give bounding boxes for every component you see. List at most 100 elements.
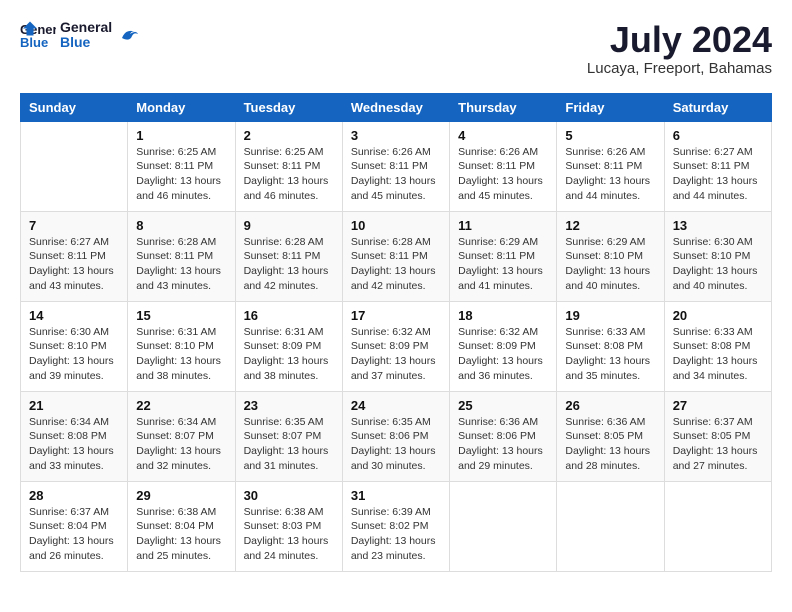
calendar-cell (664, 481, 771, 571)
weekday-header-thursday: Thursday (450, 93, 557, 121)
calendar-cell: 20Sunrise: 6:33 AMSunset: 8:08 PMDayligh… (664, 301, 771, 391)
day-number: 18 (458, 308, 548, 323)
calendar-cell: 11Sunrise: 6:29 AMSunset: 8:11 PMDayligh… (450, 211, 557, 301)
logo-blue: Blue (60, 35, 112, 50)
day-info: Sunrise: 6:39 AMSunset: 8:02 PMDaylight:… (351, 505, 441, 564)
day-info: Sunrise: 6:31 AMSunset: 8:09 PMDaylight:… (244, 325, 334, 384)
week-row-1: 1 Sunrise: 6:25 AMSunset: 8:11 PMDaylight… (21, 121, 772, 211)
logo-icon: General Blue (20, 20, 56, 50)
day-number: 16 (244, 308, 334, 323)
header-row: SundayMondayTuesdayWednesdayThursdayFrid… (21, 93, 772, 121)
day-number: 12 (565, 218, 655, 233)
day-info: Sunrise: 6:28 AMSunset: 8:11 PMDaylight:… (244, 235, 334, 294)
day-number: 11 (458, 218, 548, 233)
calendar-cell: 29 Sunrise: 6:38 AMSunset: 8:04 PMDayligh… (128, 481, 235, 571)
day-info: Sunrise: 6:32 AMSunset: 8:09 PMDaylight:… (351, 325, 441, 384)
weekday-header-monday: Monday (128, 93, 235, 121)
day-number: 6 (673, 128, 763, 143)
svg-text:Blue: Blue (20, 35, 48, 50)
day-number: 4 (458, 128, 548, 143)
day-number: 1 (136, 128, 226, 143)
day-number: 25 (458, 398, 548, 413)
calendar-cell: 17 Sunrise: 6:32 AMSunset: 8:09 PMDayligh… (342, 301, 449, 391)
day-info: Sunrise: 6:34 AMSunset: 8:08 PMDaylight:… (29, 415, 119, 474)
day-number: 15 (136, 308, 226, 323)
day-number: 27 (673, 398, 763, 413)
day-number: 22 (136, 398, 226, 413)
day-info: Sunrise: 6:38 AMSunset: 8:03 PMDaylight:… (244, 505, 334, 564)
calendar-cell (450, 481, 557, 571)
week-row-5: 28Sunrise: 6:37 AMSunset: 8:04 PMDayligh… (21, 481, 772, 571)
day-number: 10 (351, 218, 441, 233)
calendar-cell: 30 Sunrise: 6:38 AMSunset: 8:03 PMDayligh… (235, 481, 342, 571)
day-info: Sunrise: 6:25 AMSunset: 8:11 PMDaylight:… (244, 145, 334, 204)
day-info: Sunrise: 6:26 AMSunset: 8:11 PMDaylight:… (351, 145, 441, 204)
title-block: July 2024 Lucaya, Freeport, Bahamas (587, 20, 772, 77)
calendar-cell: 2Sunrise: 6:25 AMSunset: 8:11 PMDaylight… (235, 121, 342, 211)
calendar-cell: 10 Sunrise: 6:28 AMSunset: 8:11 PMDayligh… (342, 211, 449, 301)
week-row-4: 21 Sunrise: 6:34 AMSunset: 8:08 PMDayligh… (21, 391, 772, 481)
day-info: Sunrise: 6:31 AMSunset: 8:10 PMDaylight:… (136, 325, 226, 384)
location-subtitle: Lucaya, Freeport, Bahamas (587, 60, 772, 77)
day-number: 7 (29, 218, 119, 233)
calendar-cell: 3 Sunrise: 6:26 AMSunset: 8:11 PMDaylight… (342, 121, 449, 211)
day-info: Sunrise: 6:26 AMSunset: 8:11 PMDaylight:… (565, 145, 655, 204)
day-number: 9 (244, 218, 334, 233)
calendar-cell: 8 Sunrise: 6:28 AMSunset: 8:11 PMDaylight… (128, 211, 235, 301)
logo-bird-icon (118, 24, 140, 46)
logo-general: General (60, 20, 112, 35)
week-row-2: 7 Sunrise: 6:27 AMSunset: 8:11 PMDaylight… (21, 211, 772, 301)
calendar-table: SundayMondayTuesdayWednesdayThursdayFrid… (20, 93, 772, 572)
calendar-cell: 23Sunrise: 6:35 AMSunset: 8:07 PMDayligh… (235, 391, 342, 481)
day-number: 3 (351, 128, 441, 143)
calendar-cell: 28Sunrise: 6:37 AMSunset: 8:04 PMDayligh… (21, 481, 128, 571)
weekday-header-wednesday: Wednesday (342, 93, 449, 121)
day-number: 14 (29, 308, 119, 323)
calendar-cell (21, 121, 128, 211)
day-info: Sunrise: 6:27 AMSunset: 8:11 PMDaylight:… (673, 145, 763, 204)
calendar-cell: 19 Sunrise: 6:33 AMSunset: 8:08 PMDayligh… (557, 301, 664, 391)
calendar-cell (557, 481, 664, 571)
day-info: Sunrise: 6:36 AMSunset: 8:05 PMDaylight:… (565, 415, 655, 474)
day-number: 17 (351, 308, 441, 323)
day-number: 26 (565, 398, 655, 413)
calendar-cell: 25Sunrise: 6:36 AMSunset: 8:06 PMDayligh… (450, 391, 557, 481)
calendar-cell: 5Sunrise: 6:26 AMSunset: 8:11 PMDaylight… (557, 121, 664, 211)
day-number: 13 (673, 218, 763, 233)
day-info: Sunrise: 6:27 AMSunset: 8:11 PMDaylight:… (29, 235, 119, 294)
day-info: Sunrise: 6:30 AMSunset: 8:10 PMDaylight:… (673, 235, 763, 294)
page-header: General Blue General Blue July 2024 Luca… (20, 20, 772, 77)
weekday-header-saturday: Saturday (664, 93, 771, 121)
day-number: 21 (29, 398, 119, 413)
day-number: 30 (244, 488, 334, 503)
calendar-cell: 18 Sunrise: 6:32 AMSunset: 8:09 PMDayligh… (450, 301, 557, 391)
month-year-title: July 2024 (587, 20, 772, 60)
day-info: Sunrise: 6:26 AMSunset: 8:11 PMDaylight:… (458, 145, 548, 204)
weekday-header-sunday: Sunday (21, 93, 128, 121)
calendar-cell: 21 Sunrise: 6:34 AMSunset: 8:08 PMDayligh… (21, 391, 128, 481)
weekday-header-friday: Friday (557, 93, 664, 121)
day-info: Sunrise: 6:32 AMSunset: 8:09 PMDaylight:… (458, 325, 548, 384)
day-info: Sunrise: 6:25 AMSunset: 8:11 PMDaylight:… (136, 145, 226, 204)
calendar-cell: 1 Sunrise: 6:25 AMSunset: 8:11 PMDaylight… (128, 121, 235, 211)
day-info: Sunrise: 6:28 AMSunset: 8:11 PMDaylight:… (351, 235, 441, 294)
calendar-cell: 12 Sunrise: 6:29 AMSunset: 8:10 PMDayligh… (557, 211, 664, 301)
logo: General Blue General Blue (20, 20, 140, 51)
calendar-cell: 27 Sunrise: 6:37 AMSunset: 8:05 PMDayligh… (664, 391, 771, 481)
calendar-cell: 15 Sunrise: 6:31 AMSunset: 8:10 PMDayligh… (128, 301, 235, 391)
day-info: Sunrise: 6:28 AMSunset: 8:11 PMDaylight:… (136, 235, 226, 294)
day-info: Sunrise: 6:34 AMSunset: 8:07 PMDaylight:… (136, 415, 226, 474)
day-number: 8 (136, 218, 226, 233)
calendar-cell: 22 Sunrise: 6:34 AMSunset: 8:07 PMDayligh… (128, 391, 235, 481)
calendar-cell: 13 Sunrise: 6:30 AMSunset: 8:10 PMDayligh… (664, 211, 771, 301)
day-info: Sunrise: 6:29 AMSunset: 8:10 PMDaylight:… (565, 235, 655, 294)
day-number: 29 (136, 488, 226, 503)
day-info: Sunrise: 6:30 AMSunset: 8:10 PMDaylight:… (29, 325, 119, 384)
day-info: Sunrise: 6:33 AMSunset: 8:08 PMDaylight:… (565, 325, 655, 384)
day-number: 24 (351, 398, 441, 413)
day-info: Sunrise: 6:37 AMSunset: 8:05 PMDaylight:… (673, 415, 763, 474)
day-info: Sunrise: 6:37 AMSunset: 8:04 PMDaylight:… (29, 505, 119, 564)
calendar-cell: 7 Sunrise: 6:27 AMSunset: 8:11 PMDaylight… (21, 211, 128, 301)
day-number: 19 (565, 308, 655, 323)
day-info: Sunrise: 6:38 AMSunset: 8:04 PMDaylight:… (136, 505, 226, 564)
